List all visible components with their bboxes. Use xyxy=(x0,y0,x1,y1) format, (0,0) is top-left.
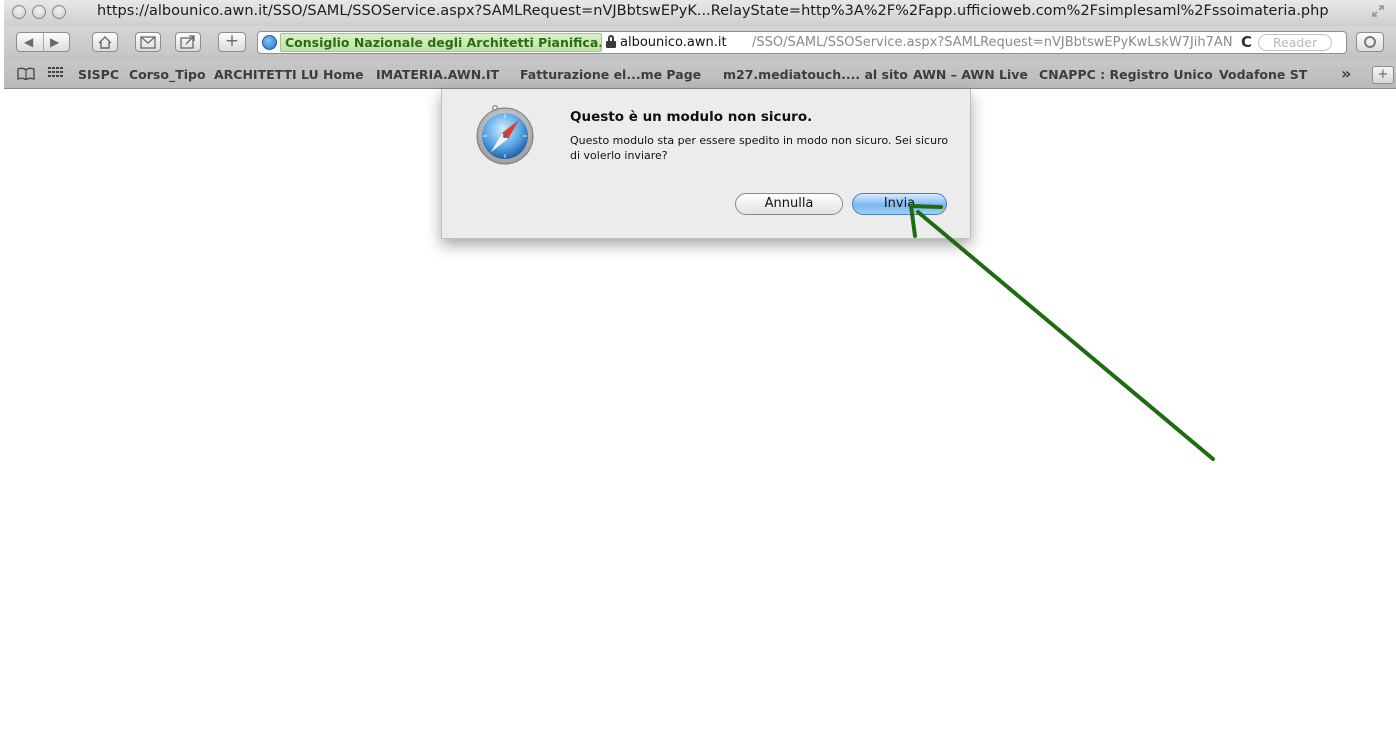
bookmark-item[interactable]: m27.mediatouch.... al sito xyxy=(723,67,908,82)
globe-icon xyxy=(262,35,277,50)
share-icon xyxy=(180,35,195,49)
insecure-form-dialog: Questo è un modulo non sicuro. Questo mo… xyxy=(441,89,971,239)
forward-icon[interactable]: ▶ xyxy=(50,33,59,51)
back-icon[interactable]: ◀ xyxy=(24,33,33,51)
safari-compass-icon xyxy=(473,102,537,166)
ev-certificate-badge[interactable]: Consiglio Nazionale degli Architetti Pia… xyxy=(280,33,602,52)
bookmarks-bar: SISPC Corso_Tipo ARCHITETTI LU Home IMAT… xyxy=(4,60,1396,89)
bookmarks-overflow-icon[interactable]: » xyxy=(1341,64,1351,83)
bookmarks-book-icon[interactable] xyxy=(17,67,35,84)
safari-window: https://albounico.awn.it/SSO/SAML/SSOSer… xyxy=(4,0,1396,742)
downloads-button[interactable] xyxy=(1356,32,1384,52)
mail-icon xyxy=(140,36,156,49)
bookmark-item[interactable]: CNAPPC : Registro Unico xyxy=(1039,67,1213,82)
top-sites-grid-icon[interactable] xyxy=(48,67,64,83)
title-bar: https://albounico.awn.it/SSO/SAML/SSOSer… xyxy=(4,0,1396,26)
new-tab-button[interactable]: + xyxy=(218,32,246,52)
address-bar[interactable]: Consiglio Nazionale degli Architetti Pia… xyxy=(257,31,1347,54)
bookmark-item[interactable]: Corso_Tipo xyxy=(129,67,206,82)
url-path: /SSO/SAML/SSOService.aspx?SAMLRequest=nV… xyxy=(752,35,1233,50)
toolbar: ◀ ▶ + Consiglio Nazionale degli Architet… xyxy=(4,26,1396,60)
bookmark-item[interactable]: IMATERIA.AWN.IT xyxy=(376,67,499,82)
add-bookmark-button[interactable]: + xyxy=(1372,66,1394,84)
zoom-window-button[interactable] xyxy=(52,5,66,19)
close-window-button[interactable] xyxy=(12,5,26,19)
back-forward-buttons[interactable]: ◀ ▶ xyxy=(16,32,70,52)
home-button[interactable] xyxy=(92,32,118,52)
reload-icon[interactable]: C xyxy=(1241,33,1252,51)
mail-button[interactable] xyxy=(135,32,161,52)
fullscreen-icon[interactable] xyxy=(1372,5,1384,17)
url-host: albounico.awn.it xyxy=(620,35,727,50)
lock-icon xyxy=(606,35,616,48)
reader-button[interactable]: Reader xyxy=(1258,34,1332,51)
dialog-message: Questo modulo sta per essere spedito in … xyxy=(570,134,949,162)
minimize-window-button[interactable] xyxy=(32,5,46,19)
share-button[interactable] xyxy=(175,32,201,52)
cancel-button[interactable]: Annulla xyxy=(735,193,843,215)
dialog-title: Questo è un modulo non sicuro. xyxy=(570,109,813,125)
bookmark-item[interactable]: Vodafone ST xyxy=(1219,67,1307,82)
bookmark-item[interactable]: ARCHITETTI LU Home xyxy=(214,67,364,82)
bookmark-item[interactable]: Fatturazione el...me Page xyxy=(520,67,701,82)
downloads-icon xyxy=(1364,36,1376,48)
send-button[interactable]: Invia xyxy=(852,193,947,215)
home-icon xyxy=(98,36,112,49)
window-title: https://albounico.awn.it/SSO/SAML/SSOSer… xyxy=(97,3,1329,19)
plus-icon: + xyxy=(224,31,240,51)
bookmark-item[interactable]: AWN – AWN Live xyxy=(913,67,1028,82)
bookmark-item[interactable]: SISPC xyxy=(78,67,119,82)
